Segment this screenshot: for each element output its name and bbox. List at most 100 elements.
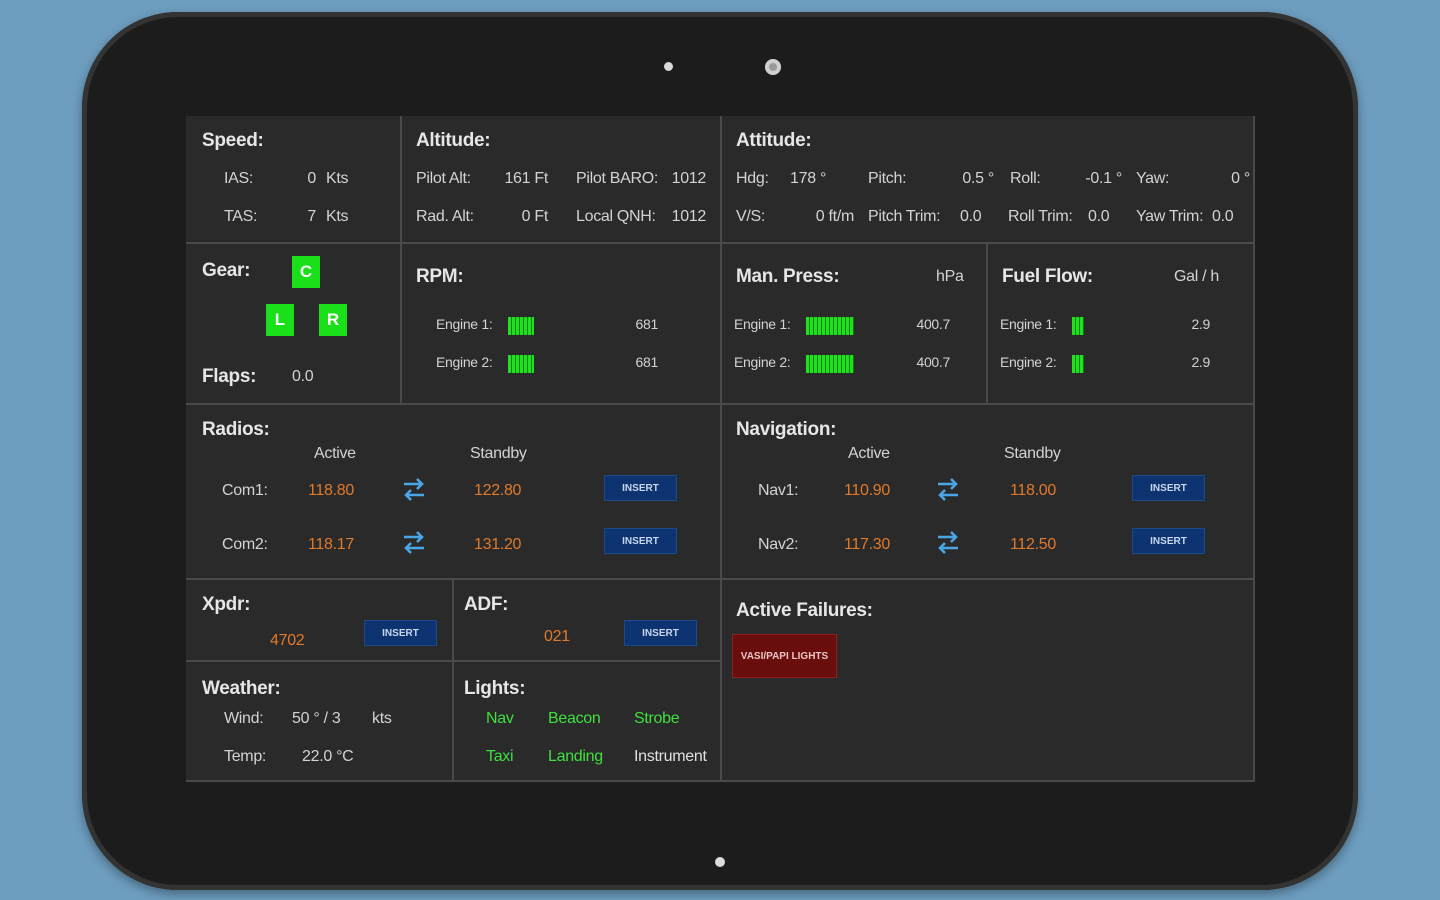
roll-value: -0.1 ° xyxy=(1085,170,1122,187)
adf-frequency[interactable]: 021 xyxy=(544,628,570,646)
rpm-engine1-bar xyxy=(508,317,534,335)
temp-label: Temp: xyxy=(224,748,267,765)
ias-unit: Kts xyxy=(326,170,349,187)
com1-label: Com1: xyxy=(222,482,268,499)
pitch-trim-label: Pitch Trim: xyxy=(868,208,941,225)
altitude-title: Altitude: xyxy=(416,130,491,151)
manifold-pressure-unit: hPa xyxy=(936,268,964,285)
com1-standby-freq[interactable]: 122.80 xyxy=(474,482,521,500)
ff-engine2-bar xyxy=(1072,355,1084,373)
nav1-insert-button[interactable]: INSERT xyxy=(1132,475,1205,501)
mp-engine1-label: Engine 1: xyxy=(734,316,791,332)
weather-title: Weather: xyxy=(202,678,281,699)
light-taxi[interactable]: Taxi xyxy=(486,748,514,766)
hdg-label: Hdg: xyxy=(736,170,769,187)
com2-swap-icon[interactable] xyxy=(400,528,428,556)
com1-swap-icon[interactable] xyxy=(400,475,428,503)
light-instrument[interactable]: Instrument xyxy=(634,748,707,766)
rpm-panel: RPM: Engine 1: 681 Engine 2: 681 xyxy=(402,244,722,405)
xpdr-code[interactable]: 4702 xyxy=(270,632,305,650)
pilot-baro-value: 1012 xyxy=(671,170,707,187)
rad-alt-value: 0 Ft xyxy=(521,208,549,225)
lights-title: Lights: xyxy=(464,678,526,699)
navigation-title: Navigation: xyxy=(736,419,837,440)
flaps-label: Flaps: xyxy=(202,366,257,387)
local-qnh-value: 1012 xyxy=(671,208,707,225)
com2-insert-button[interactable]: INSERT xyxy=(604,528,677,554)
nav2-swap-icon[interactable] xyxy=(934,528,962,556)
manifold-pressure-panel: Man. Press: hPa Engine 1: 400.7 Engine 2… xyxy=(722,244,988,405)
light-landing[interactable]: Landing xyxy=(548,748,603,766)
vs-label: V/S: xyxy=(736,208,766,225)
xpdr-panel: Xpdr: 4702 INSERT xyxy=(186,580,454,662)
pitch-label: Pitch: xyxy=(868,170,907,187)
light-nav[interactable]: Nav xyxy=(486,710,514,728)
flaps-value: 0.0 xyxy=(292,368,314,385)
tas-label: TAS: xyxy=(224,208,258,225)
radios-panel: Radios: Active Standby Com1: 118.80 122.… xyxy=(186,405,722,580)
light-beacon[interactable]: Beacon xyxy=(548,710,601,728)
rpm-title: RPM: xyxy=(416,266,464,287)
sensor-dot xyxy=(664,62,673,71)
com1-active-freq[interactable]: 118.80 xyxy=(308,482,354,500)
tas-unit: Kts xyxy=(326,208,349,225)
altitude-panel: Altitude: Pilot Alt: 161 Ft Pilot BARO: … xyxy=(402,116,722,244)
gear-left-indicator: L xyxy=(266,304,294,336)
ff-engine1-label: Engine 1: xyxy=(1000,316,1057,332)
com2-label: Com2: xyxy=(222,536,268,553)
pilot-baro-label: Pilot BARO: xyxy=(576,170,659,187)
speed-title: Speed: xyxy=(202,130,264,151)
wind-unit: kts xyxy=(372,710,392,727)
adf-title: ADF: xyxy=(464,594,509,615)
rpm-engine1-value: 681 xyxy=(635,316,659,332)
wind-label: Wind: xyxy=(224,710,264,727)
com2-active-freq[interactable]: 118.17 xyxy=(308,536,354,554)
ff-engine2-label: Engine 2: xyxy=(1000,354,1057,370)
com1-insert-button[interactable]: INSERT xyxy=(604,475,677,501)
failures-title: Active Failures: xyxy=(736,600,873,621)
nav1-label: Nav1: xyxy=(758,482,799,499)
attitude-title: Attitude: xyxy=(736,130,812,151)
yaw-value: 0 ° xyxy=(1231,170,1250,187)
mp-engine1-value: 400.7 xyxy=(916,316,950,332)
light-strobe[interactable]: Strobe xyxy=(634,710,680,728)
gear-center-indicator: C xyxy=(292,256,320,288)
failure-item-button[interactable]: VASI/PAPI LIGHTS xyxy=(732,634,837,678)
navigation-standby-header: Standby xyxy=(1004,445,1061,462)
nav1-standby-freq[interactable]: 118.00 xyxy=(1010,482,1056,500)
mp-engine2-value: 400.7 xyxy=(916,354,950,370)
home-indicator xyxy=(715,857,725,867)
instrument-screen: Speed: IAS: 0 Kts TAS: 7 Kts Altitude: P… xyxy=(186,116,1255,782)
gear-title: Gear: xyxy=(202,260,251,281)
ias-value: 0 xyxy=(307,170,316,187)
xpdr-insert-button[interactable]: INSERT xyxy=(364,620,437,646)
wind-value: 50 ° / 3 xyxy=(292,710,341,727)
com2-standby-freq[interactable]: 131.20 xyxy=(474,536,521,554)
nav1-active-freq[interactable]: 110.90 xyxy=(844,482,890,500)
front-camera xyxy=(765,59,781,75)
ff-engine1-bar xyxy=(1072,317,1084,335)
pilot-alt-label: Pilot Alt: xyxy=(416,170,471,187)
local-qnh-label: Local QNH: xyxy=(576,208,656,225)
ias-label: IAS: xyxy=(224,170,254,187)
nav1-swap-icon[interactable] xyxy=(934,475,962,503)
rpm-engine2-label: Engine 2: xyxy=(436,354,493,370)
nav2-active-freq[interactable]: 117.30 xyxy=(844,536,890,554)
hdg-value: 178 ° xyxy=(790,170,827,187)
rad-alt-label: Rad. Alt: xyxy=(416,208,474,225)
roll-trim-value: 0.0 xyxy=(1088,208,1110,225)
fuel-flow-panel: Fuel Flow: Gal / h Engine 1: 2.9 Engine … xyxy=(988,244,1255,405)
radios-title: Radios: xyxy=(202,419,270,440)
manifold-pressure-title: Man. Press: xyxy=(736,266,840,287)
nav2-insert-button[interactable]: INSERT xyxy=(1132,528,1205,554)
yaw-label: Yaw: xyxy=(1136,170,1170,187)
fuel-flow-unit: Gal / h xyxy=(1174,268,1220,285)
gear-panel: Gear: C L R Flaps: 0.0 xyxy=(186,244,402,405)
nav2-standby-freq[interactable]: 112.50 xyxy=(1010,536,1056,554)
navigation-panel: Navigation: Active Standby Nav1: 110.90 … xyxy=(722,405,1255,580)
pitch-value: 0.5 ° xyxy=(962,170,994,187)
adf-insert-button[interactable]: INSERT xyxy=(624,620,697,646)
pitch-trim-value: 0.0 xyxy=(960,208,982,225)
speed-panel: Speed: IAS: 0 Kts TAS: 7 Kts xyxy=(186,116,402,244)
tas-value: 7 xyxy=(307,208,316,225)
